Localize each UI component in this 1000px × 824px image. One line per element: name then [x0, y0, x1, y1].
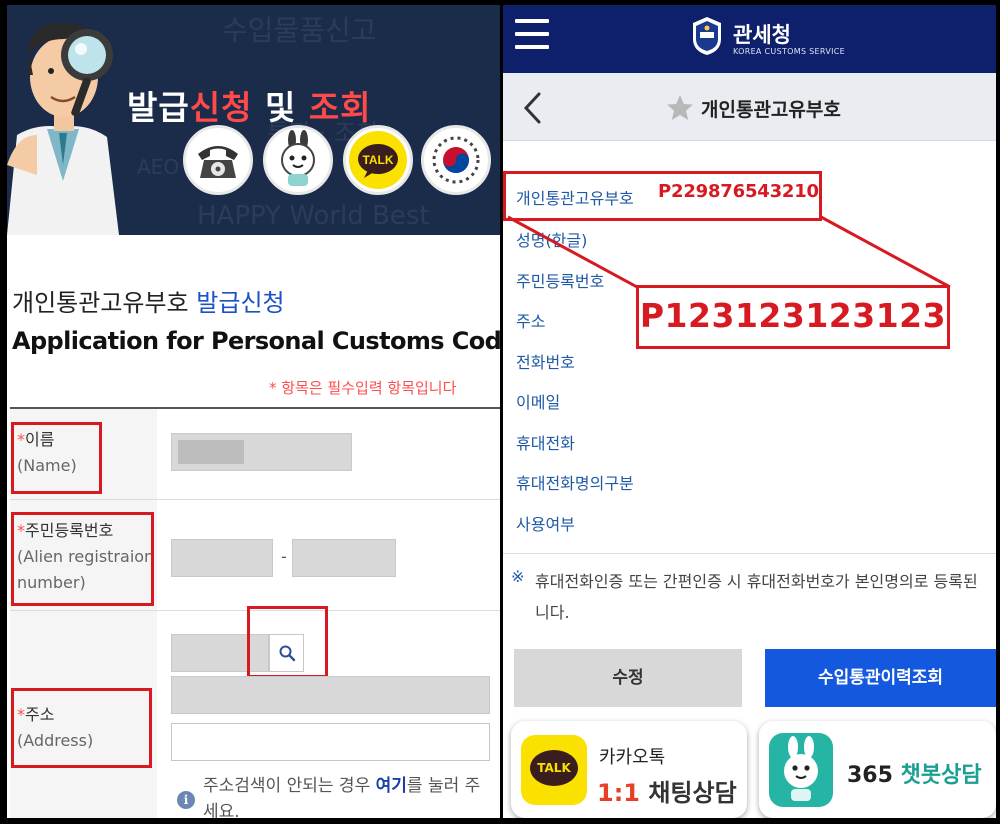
- highlight-search-button: [247, 606, 328, 678]
- address-detail-field[interactable]: [171, 723, 490, 761]
- government-emblem-icon[interactable]: [421, 125, 491, 195]
- row-divider: [10, 499, 500, 500]
- registration-number-front-field[interactable]: [171, 539, 273, 577]
- field-mobile: 휴대전화: [516, 434, 575, 453]
- field-resident-number: 주민등록번호: [516, 272, 605, 291]
- menu-icon[interactable]: [515, 19, 551, 55]
- masked-name-value: [178, 440, 244, 464]
- chatbot-mascot-icon[interactable]: [263, 125, 333, 195]
- import-history-button[interactable]: 수입통관이력조회: [765, 649, 996, 707]
- sub-header: 개인통관고유부호: [503, 73, 996, 141]
- highlight-alien-label: [11, 512, 154, 606]
- app-header: 관세청 KOREA CUSTOMS SERVICE: [503, 5, 996, 73]
- note-text-line1: 휴대전화인증 또는 간편인증 시 휴대전화번호가 본인명의로 등록된: [535, 572, 978, 591]
- kakaotalk-icon: TALK: [521, 735, 587, 805]
- field-name-korean: 성명(한글): [516, 231, 588, 250]
- field-phone: 전화번호: [516, 353, 575, 372]
- note-mark: ※: [511, 567, 525, 586]
- example-code-callout: P123123123123: [636, 285, 950, 349]
- customs-code-panel: 관세청 KOREA CUSTOMS SERVICE 개인통관고유부호 개인통관고…: [503, 5, 996, 818]
- highlight-name-label: [11, 422, 102, 494]
- application-panel: 수입물품신고 통관 · 조회 AEO · PASS HAPPY World Be…: [7, 5, 500, 818]
- svg-text:TALK: TALK: [362, 153, 393, 167]
- customs-shield-logo: [693, 17, 721, 55]
- field-email: 이메일: [516, 393, 561, 412]
- page-heading-en: Application for Personal Customs Code: [12, 327, 500, 355]
- chatbot-card[interactable]: 365 챗봇상담: [759, 721, 996, 818]
- star-icon[interactable]: [665, 93, 695, 123]
- logo-subtitle: KOREA CUSTOMS SERVICE: [733, 47, 845, 56]
- info-icon: i: [177, 791, 195, 809]
- note-text-line2: 니다.: [535, 603, 570, 622]
- page-title: 개인통관고유부호: [701, 99, 841, 121]
- field-address: 주소: [516, 312, 546, 331]
- chatbot-icon: [769, 733, 833, 807]
- registration-dash: -: [281, 547, 287, 566]
- logo-title: 관세청: [733, 23, 791, 47]
- field-mobile-owner-type: 휴대전화명의구분: [516, 474, 634, 493]
- registration-number-back-field[interactable]: [292, 539, 396, 577]
- promo-banner: 수입물품신고 통관 · 조회 AEO · PASS HAPPY World Be…: [7, 5, 500, 235]
- required-note: * 항목은 필수입력 항목입니다: [269, 379, 457, 397]
- address-help-text: 주소검색이 안되는 경우 여기를 눌러 주세요.: [203, 776, 481, 818]
- highlight-customs-code-row: [503, 171, 822, 221]
- banner-title: 발급신청 및 조회: [127, 88, 372, 127]
- address-line1-field[interactable]: [171, 676, 490, 714]
- address-help-link[interactable]: 여기: [376, 776, 407, 796]
- kakaotalk-chat-card[interactable]: TALK 카카오톡 1:1 채팅상담: [511, 721, 747, 818]
- chatbot-card-title: 365 챗봇상담: [847, 763, 982, 788]
- kakaotalk-channel-icon[interactable]: TALK: [343, 125, 413, 195]
- phone-channel-icon[interactable]: [183, 125, 253, 195]
- detective-illustration: [7, 22, 119, 235]
- page-heading-ko: 개인통관고유부호 발급신청: [12, 289, 285, 317]
- field-usage-status: 사용여부: [516, 515, 575, 534]
- note-divider: [503, 553, 996, 554]
- edit-button[interactable]: 수정: [514, 649, 742, 707]
- kakao-card-title: 카카오톡: [599, 747, 666, 768]
- back-arrow-icon[interactable]: [521, 91, 545, 125]
- highlight-address-label: [11, 688, 152, 768]
- name-field[interactable]: [171, 433, 352, 471]
- kakao-card-subtitle: 1:1 채팅상담: [597, 779, 737, 807]
- example-code-value: P123123123123: [639, 296, 947, 335]
